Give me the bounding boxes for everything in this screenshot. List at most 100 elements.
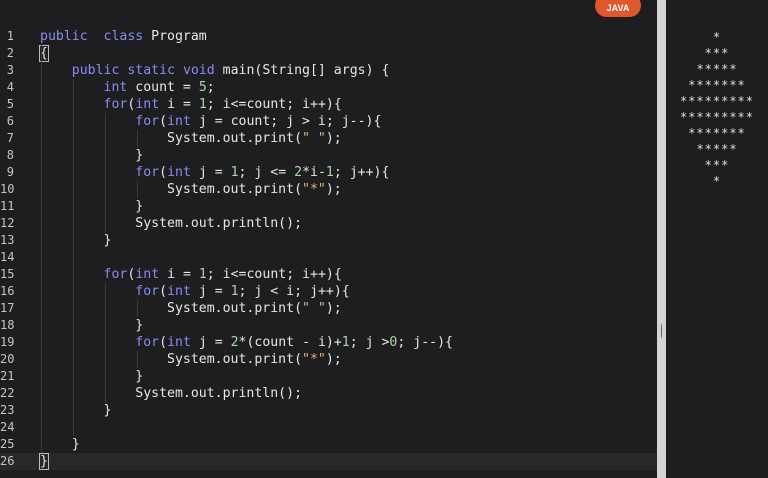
code-token: ; j < i; j++){ <box>238 284 350 299</box>
indent-guide <box>41 45 42 453</box>
code-token: 1 <box>341 335 350 350</box>
code-token: " " <box>302 131 326 146</box>
output-line: * <box>712 30 722 44</box>
code-line[interactable]: 23 } <box>0 402 657 419</box>
code-line[interactable]: 1 public class Program <box>0 28 657 45</box>
code-text: for(int i = 1; i<=count; i++){ <box>40 266 342 283</box>
code-token: 2 <box>294 165 303 180</box>
line-number: 26 <box>0 454 15 468</box>
line-number: 1 <box>6 29 14 43</box>
output-line: * <box>712 174 722 188</box>
code-line[interactable]: 16 for(int j = 1; j < i; j++){ <box>0 283 657 300</box>
code-line[interactable]: 13 } <box>0 232 657 249</box>
code-line[interactable]: 10 System.out.print("*"); <box>0 181 657 198</box>
code-token: ( <box>159 335 168 350</box>
code-token: } <box>39 453 49 470</box>
code-line[interactable]: 24 <box>0 419 657 436</box>
code-text: for(int i = 1; i<=count; i++){ <box>40 96 342 113</box>
line-number: 21 <box>0 369 15 383</box>
code-token: *i- <box>302 165 326 180</box>
line-number: 11 <box>0 199 15 213</box>
code-token: 1 <box>325 165 334 180</box>
code-token: ); <box>325 131 342 146</box>
line-number: 24 <box>0 420 15 434</box>
indent-guide <box>105 283 106 402</box>
code-text: public static void main(String[] args) { <box>40 62 390 79</box>
drag-handle-icon[interactable]: | | | <box>659 324 664 338</box>
code-line[interactable]: 11 } <box>0 198 657 215</box>
code-token: System.out.println(); <box>40 216 303 231</box>
pane-splitter[interactable]: | | | <box>657 0 666 478</box>
code-token: } <box>40 403 112 418</box>
code-token: int <box>167 114 191 129</box>
code-token: for <box>135 284 160 299</box>
output-line: ********* <box>679 94 755 108</box>
output-console: * *** ***** ******* ********* ********* ******… <box>666 0 768 478</box>
code-line[interactable]: 21 } <box>0 368 657 385</box>
code-text: System.out.print("*"); <box>40 351 342 368</box>
code-text: } <box>40 368 143 385</box>
code-token: count = <box>127 80 199 95</box>
code-line[interactable]: 2{ <box>0 45 657 62</box>
code-token: public <box>71 63 120 78</box>
code-line[interactable]: 20 System.out.print("*"); <box>0 351 657 368</box>
line-number: 18 <box>0 318 15 332</box>
code-token: int <box>103 80 128 95</box>
code-line[interactable]: 5 for(int i = 1; i<=count; i++){ <box>0 96 657 113</box>
code-token: Program <box>143 29 207 44</box>
code-line[interactable]: 3 public static void main(String[] args)… <box>0 62 657 79</box>
code-editor[interactable]: 1 public class Program 2{3 public static v… <box>0 0 657 478</box>
code-line[interactable]: 26} <box>0 453 657 470</box>
code-line[interactable]: 8 } <box>0 147 657 164</box>
code-lines: 1 public class Program 2{3 public static v… <box>0 28 657 470</box>
line-number: 12 <box>0 216 15 230</box>
code-text: for(int j = 2*(count - i)+1; j >0; j--){ <box>40 334 453 351</box>
output-line: *** <box>704 158 730 172</box>
code-text: } <box>40 317 143 334</box>
code-token: 2 <box>230 335 239 350</box>
code-token: ; i<=count; i++){ <box>206 267 342 282</box>
line-number: 20 <box>0 352 15 366</box>
code-token: i = <box>159 267 199 282</box>
code-text: public class Program <box>40 28 207 45</box>
code-line[interactable]: 14 <box>0 249 657 266</box>
indent-guide <box>105 113 106 232</box>
code-token: System.out.println(); <box>40 386 303 401</box>
language-badge: JAVA <box>595 0 641 17</box>
ide-window: 1 public class Program 2{3 public static v… <box>0 0 768 478</box>
code-line[interactable]: 19 for(int j = 2*(count - i)+1; j >0; j-… <box>0 334 657 351</box>
code-text: } <box>40 402 112 419</box>
code-text: } <box>39 453 49 470</box>
code-token: int <box>135 267 160 282</box>
code-token: ; j <= <box>238 165 295 180</box>
code-line[interactable]: 22 System.out.println(); <box>0 385 657 402</box>
code-line[interactable]: 25 } <box>0 436 657 453</box>
code-line[interactable]: 12 System.out.println(); <box>0 215 657 232</box>
line-number: 9 <box>6 165 14 179</box>
code-line[interactable]: 7 System.out.print(" "); <box>0 130 657 147</box>
code-token: ; j--){ <box>397 335 453 350</box>
code-token: j = <box>190 284 231 299</box>
code-token: ( <box>159 165 168 180</box>
code-token: for <box>135 335 160 350</box>
code-line[interactable]: 17 System.out.print(" "); <box>0 300 657 317</box>
code-line[interactable]: 15 for(int i = 1; i<=count; i++){ <box>0 266 657 283</box>
code-line[interactable]: 9 for(int j = 1; j <= 2*i-1; j++){ <box>0 164 657 181</box>
output-line: ******* <box>688 126 746 140</box>
code-token: class <box>103 29 144 44</box>
line-number: 19 <box>0 335 15 349</box>
code-token: 5 <box>198 80 207 95</box>
code-token: "*" <box>302 352 326 367</box>
line-number: 15 <box>0 267 15 281</box>
code-line[interactable]: 6 for(int j = count; j > i; j--){ <box>0 113 657 130</box>
line-number: 23 <box>0 403 15 417</box>
code-token: ( <box>159 284 168 299</box>
code-token: 1 <box>230 284 239 299</box>
code-text: for(int j = count; j > i; j--){ <box>40 113 381 130</box>
code-line[interactable]: 4 int count = 5; <box>0 79 657 96</box>
code-line[interactable]: 18 } <box>0 317 657 334</box>
line-number: 6 <box>6 114 14 128</box>
